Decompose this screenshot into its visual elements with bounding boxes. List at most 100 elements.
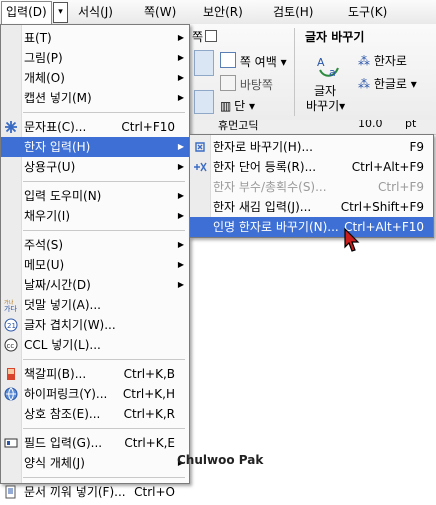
menu-item-날짜-시간[interactable]: 날짜/시간(D) ▶	[1, 275, 189, 295]
ruby-text-icon: 가나 가다	[4, 298, 18, 313]
menu-item-label: 문서 끼워 넣기(F)...	[24, 485, 126, 499]
menu-item-CCL-넣기[interactable]: cc CCL 넣기(L)...	[1, 335, 189, 355]
menu-item-덧말-넣기[interactable]: 가나 가다 덧말 넣기(A)...	[1, 295, 189, 315]
menu-separator	[23, 359, 185, 360]
menu-item-필드-입력[interactable]: 필드 입력(G)... Ctrl+K,E	[1, 433, 189, 453]
page-margin-label: 쪽 여백	[239, 55, 277, 69]
menu-review[interactable]: 검토(H)	[269, 2, 317, 22]
to-hanja-icon: ⁂	[358, 54, 370, 68]
menu-item-상용구[interactable]: 상용구(U) ▶	[1, 157, 189, 177]
hanja-input-submenu: 한자로 바꾸기(H)... F9 한자 단어 등록(R)... Ctrl+Alt+F9…	[189, 134, 434, 238]
menu-item-개체[interactable]: 개체(O) ▶	[1, 68, 189, 88]
menu-item-채우기[interactable]: 채우기(I) ▶	[1, 206, 189, 226]
submenu-item-label: 한자 부수/총획수(S)...	[213, 180, 327, 194]
submenu-arrow-icon: ▶	[177, 162, 184, 171]
menu-item-label: 양식 개체(J)	[24, 456, 85, 470]
submenu-arrow-icon: ▶	[177, 260, 184, 269]
menu-item-한자-입력[interactable]: 한자 입력(H) ▶	[1, 137, 189, 157]
to-hanja-label: 한자로	[373, 54, 407, 68]
menu-item-shortcut: Ctrl+K,B	[123, 367, 175, 381]
menu-separator	[23, 181, 185, 182]
menu-separator	[23, 477, 185, 478]
insert-menu: 표(T) ▶ 그림(P) ▶ 개체(O) ▶ 캡션 넣기(M) ▶ 문자표(C)... Ctrl+…	[0, 24, 190, 499]
submenu-item-shortcut: Ctrl+F9	[378, 180, 424, 194]
menu-item-label: 글자 겹치기(W)...	[24, 318, 116, 332]
submenu-arrow-icon: ▶	[177, 53, 184, 62]
menu-item-label: 그림(P)	[24, 51, 63, 65]
font-size-field[interactable]: 10.0	[358, 120, 383, 130]
menu-item-글자-겹치기[interactable]: 21 글자 겹치기(W)...	[1, 315, 189, 335]
submenu-item-한자로-바꾸기[interactable]: 한자로 바꾸기(H)... F9	[190, 137, 433, 157]
menu-item-문서-끼워-넣기[interactable]: 문서 끼워 넣기(F)... Ctrl+O	[1, 482, 189, 502]
submenu-item-label: 한자 새김 입력(J)...	[213, 200, 312, 214]
submenu-item-한자-단어-등록[interactable]: 한자 단어 등록(R)... Ctrl+Alt+F9	[190, 157, 433, 177]
svg-text:a: a	[329, 66, 336, 79]
page-layout2-icon	[194, 90, 214, 114]
submenu-arrow-icon: ▶	[177, 33, 184, 42]
page-margin-icon	[220, 52, 236, 68]
overlap-char-icon: 21	[4, 318, 18, 332]
columns-label: 단	[234, 99, 246, 113]
menu-item-label: 입력 도우미(N)	[24, 189, 102, 203]
submenu-item-한자-부수-총획수: 한자 부수/총획수(S)... Ctrl+F9	[190, 177, 433, 197]
menu-item-상호-참조[interactable]: 상호 참조(E)... Ctrl+K,R	[1, 404, 189, 424]
font-name-field[interactable]: 휴먼고딕	[218, 120, 258, 133]
insert-doc-icon	[4, 485, 18, 499]
menu-format[interactable]: 서식(J)	[74, 2, 117, 22]
menu-item-label: 필드 입력(G)...	[24, 436, 103, 450]
submenu-arrow-icon: ▶	[177, 240, 184, 249]
submenu-item-shortcut: Ctrl+Shift+F9	[340, 200, 424, 214]
menu-insert-dropdown-icon[interactable]: ▾	[53, 2, 68, 23]
menu-item-label: 하이퍼링크(Y)...	[24, 387, 108, 401]
menu-item-책갈피[interactable]: 책갈피(B)... Ctrl+K,B	[1, 364, 189, 384]
field-icon	[4, 436, 18, 450]
page-margin-button[interactable]: 쪽 여백 ▾	[220, 52, 287, 70]
format-toolbar: 휴먼고딕 10.0 pt	[190, 120, 436, 135]
menu-item-shortcut: Ctrl+K,E	[124, 436, 175, 450]
menu-item-label: 표(T)	[24, 31, 52, 45]
menu-item-label: 채우기(I)	[24, 209, 71, 223]
menu-item-label: 책갈피(B)...	[24, 367, 87, 381]
columns-icon: ▥	[220, 99, 231, 113]
menu-item-주석[interactable]: 주석(S) ▶	[1, 235, 189, 255]
menu-item-문자표[interactable]: 문자표(C)... Ctrl+F10	[1, 117, 189, 137]
menu-item-label: 날짜/시간(D)	[24, 278, 91, 292]
menu-item-그림[interactable]: 그림(P) ▶	[1, 48, 189, 68]
to-hanja-button[interactable]: ⁂ 한자로	[358, 52, 407, 69]
submenu-arrow-icon: ▶	[177, 73, 184, 82]
menu-insert[interactable]: 입력(D)	[1, 1, 52, 25]
menu-item-label: 덧말 넣기(A)...	[24, 298, 101, 312]
menu-item-입력-도우미[interactable]: 입력 도우미(N) ▶	[1, 186, 189, 206]
menu-item-하이퍼링크[interactable]: 하이퍼링크(Y)... Ctrl+K,H	[1, 384, 189, 404]
submenu-arrow-icon: ▶	[177, 211, 184, 220]
char-change-icon: Aa	[316, 54, 342, 80]
background-page-button[interactable]: 바탕쪽	[220, 75, 273, 93]
mouse-pointer-icon	[344, 228, 360, 252]
hanja-register-icon	[193, 160, 207, 174]
submenu-arrow-icon: ▶	[177, 93, 184, 102]
menu-item-label: 문자표(C)...	[24, 120, 87, 134]
menu-item-표[interactable]: 표(T) ▶	[1, 28, 189, 48]
menu-item-label: 메모(U)	[24, 258, 65, 272]
to-hangul-button[interactable]: ⁂ 한글로 ▾	[358, 75, 417, 92]
svg-text:cc: cc	[7, 342, 15, 350]
char-change-label2[interactable]: 바꾸기▾	[306, 97, 345, 114]
svg-text:A: A	[317, 56, 325, 69]
menu-item-label: 상용구(U)	[24, 160, 76, 174]
watermark: Chulwoo Pak	[177, 453, 264, 467]
menu-tools[interactable]: 도구(K)	[344, 2, 391, 22]
menu-item-양식-개체[interactable]: 양식 개체(J) ▶	[1, 453, 189, 473]
columns-button[interactable]: ▥ 단 ▾	[220, 97, 255, 114]
submenu-item-한자-새김-입력[interactable]: 한자 새김 입력(J)... Ctrl+Shift+F9	[190, 197, 433, 217]
submenu-item-인명-한자로-바꾸기[interactable]: 인명 한자로 바꾸기(N)... Ctrl+Alt+F10	[190, 217, 433, 237]
menu-item-shortcut: Ctrl+K,R	[123, 407, 175, 421]
svg-text:21: 21	[7, 322, 16, 330]
menu-security[interactable]: 보안(R)	[199, 2, 247, 22]
hanja-convert-icon	[193, 140, 207, 154]
menu-item-캡션-넣기[interactable]: 캡션 넣기(M) ▶	[1, 88, 189, 108]
menu-item-메모[interactable]: 메모(U) ▶	[1, 255, 189, 275]
ribbon-checkbox-icon[interactable]	[205, 30, 217, 42]
menu-item-label: CCL 넣기(L)...	[24, 338, 101, 352]
submenu-item-label: 인명 한자로 바꾸기(N)...	[213, 220, 339, 234]
menu-page[interactable]: 쪽(W)	[140, 2, 180, 22]
